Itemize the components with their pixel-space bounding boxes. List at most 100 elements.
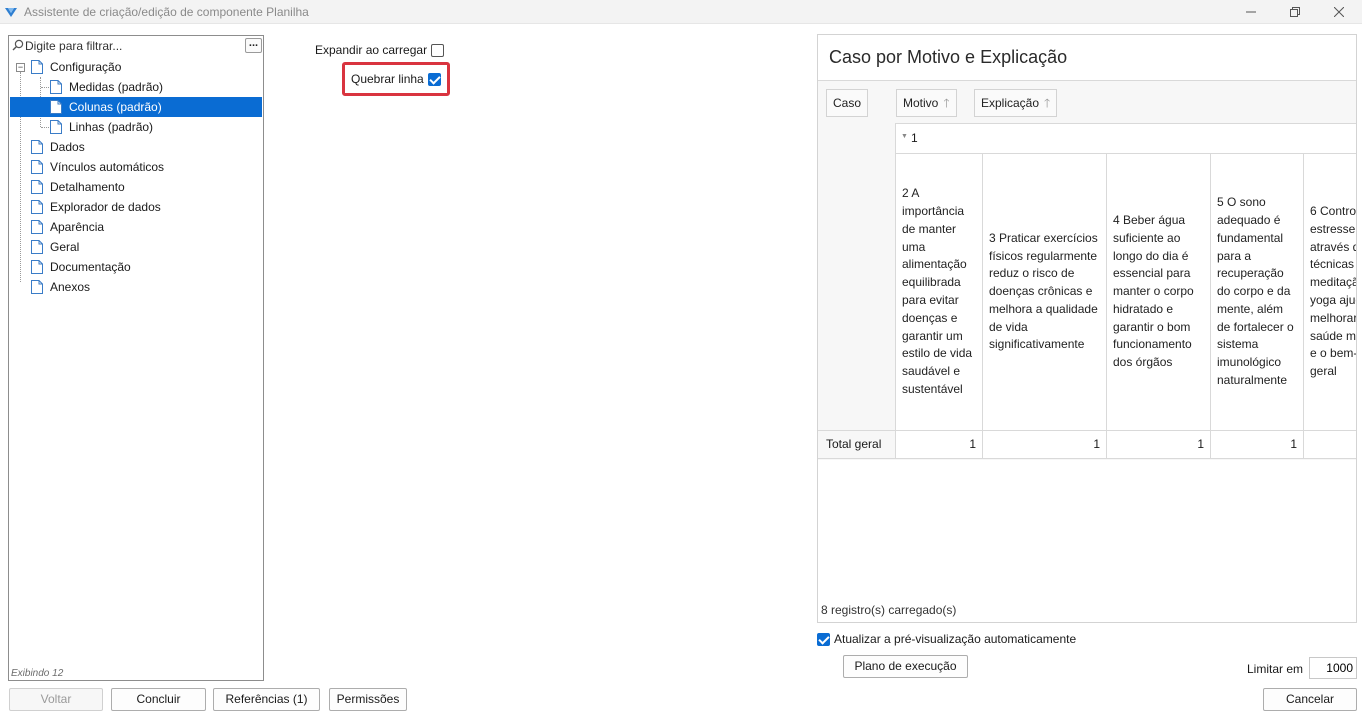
document-icon [31, 200, 43, 214]
document-icon [31, 220, 43, 234]
navigation-panel: ... − Configuração Medidas (padrão) Colu… [8, 35, 264, 681]
minimize-icon [1246, 11, 1256, 13]
close-icon [1334, 7, 1344, 17]
document-icon [50, 120, 62, 134]
tree-item-label: Anexos [50, 280, 91, 294]
column-header-text: 3 Praticar exercícios físicos regularmen… [989, 230, 1098, 352]
app-logo-icon [5, 8, 17, 17]
grand-total-row: Total geral 1 1 1 1 [818, 430, 1356, 459]
total-cell: 1 [1106, 431, 1210, 458]
search-icon [12, 39, 24, 51]
tree-item-label: Geral [50, 240, 80, 254]
limit-input[interactable] [1309, 657, 1357, 679]
restore-icon [1290, 7, 1300, 17]
more-options-button[interactable]: ... [245, 38, 262, 53]
tree-item-documentacao[interactable]: Documentação [9, 257, 263, 277]
filter-bar: ... [9, 36, 263, 56]
column-header-text: 4 Beber água suficiente ao longo do dia … [1113, 212, 1194, 370]
column-group-label: 1 [911, 131, 918, 145]
tree-item-vinculos[interactable]: Vínculos automáticos [9, 157, 263, 177]
column-header-text: 5 O sono adequado é fundamental para a r… [1217, 195, 1294, 388]
document-icon [31, 260, 43, 274]
column-group-header[interactable]: ▼ 1 [895, 123, 1356, 153]
highlight-annotation [342, 62, 450, 96]
row-field-label: Caso [833, 96, 862, 110]
sort-ascending-icon: 🡑 [943, 96, 950, 110]
settings-tree: − Configuração Medidas (padrão) Colunas … [9, 57, 263, 297]
tree-item-label: Aparência [50, 220, 105, 234]
column-field-motivo[interactable]: Motivo 🡑 [896, 89, 957, 117]
finish-button[interactable]: Concluir [111, 688, 206, 711]
row-field-caso[interactable]: Caso [826, 89, 869, 117]
tree-item-label: Documentação [50, 260, 131, 274]
expand-on-load-option[interactable]: Expandir ao carregar [315, 43, 445, 57]
tree-item-label: Vínculos automáticos [50, 160, 165, 174]
document-icon [31, 60, 43, 74]
tree-item-label: Colunas (padrão) [69, 100, 162, 114]
references-button[interactable]: Referências (1) [213, 688, 320, 711]
close-button[interactable] [1316, 0, 1362, 24]
tree-item-label: Linhas (padrão) [69, 120, 154, 134]
back-button[interactable]: Voltar [9, 688, 103, 711]
cancel-button[interactable]: Cancelar [1263, 688, 1357, 711]
execution-plan-button[interactable]: Plano de execução [843, 655, 968, 678]
total-cell: 1 [982, 431, 1106, 458]
restore-button[interactable] [1272, 0, 1318, 24]
preview-title: Caso por Motivo e Explicação [829, 47, 1068, 67]
permissions-button[interactable]: Permissões [329, 688, 407, 711]
column-header-text: 2 A importância de manter uma alimentaçã… [902, 186, 973, 396]
collapse-triangle-icon[interactable]: ▼ [901, 133, 908, 140]
tree-item-medidas[interactable]: Medidas (padrão) [9, 77, 263, 97]
tree-item-aparencia[interactable]: Aparência [9, 217, 263, 237]
document-icon [50, 100, 62, 114]
document-icon [31, 280, 43, 294]
expand-on-load-checkbox[interactable] [431, 44, 445, 57]
total-cell: 1 [1210, 431, 1303, 458]
total-cell: 1 [895, 431, 982, 458]
tree-item-configuracao[interactable]: − Configuração [9, 57, 263, 77]
tree-item-detalhamento[interactable]: Detalhamento [9, 177, 263, 197]
collapse-toggle[interactable]: − [16, 63, 25, 72]
tree-item-linhas[interactable]: Linhas (padrão) [9, 117, 263, 137]
column-header-cell[interactable]: 6 Controlar o estresse através de técnic… [1303, 153, 1357, 430]
column-header-cell[interactable]: 3 Praticar exercícios físicos regularmen… [982, 153, 1106, 430]
column-header-cell[interactable]: 5 O sono adequado é fundamental para a r… [1210, 153, 1303, 430]
document-icon [31, 180, 43, 194]
auto-refresh-option[interactable]: Atualizar a pré-visualização automaticam… [817, 632, 1076, 646]
document-icon [50, 80, 62, 94]
column-field-explicacao[interactable]: Explicação 🡑 [974, 89, 1058, 117]
tree-item-label: Dados [50, 140, 85, 154]
tree-item-label: Medidas (padrão) [69, 80, 164, 94]
item-count-status: Exibindo 12 [11, 668, 64, 679]
total-cell [1303, 431, 1356, 458]
tree-item-colunas[interactable]: Colunas (padrão) [10, 97, 262, 117]
filter-input[interactable] [25, 38, 235, 54]
tree-item-anexos[interactable]: Anexos [9, 277, 263, 297]
window-title: Assistente de criação/edição de componen… [24, 5, 309, 19]
tree-item-explorador[interactable]: Explorador de dados [9, 197, 263, 217]
column-field-label: Explicação [981, 96, 1040, 110]
grand-total-label: Total geral [818, 431, 895, 458]
column-header-text: 6 Controlar o estresse através de técnic… [1310, 204, 1357, 379]
tree-item-label: Configuração [50, 60, 122, 74]
auto-refresh-label: Atualizar a pré-visualização automaticam… [834, 632, 1077, 646]
tree-item-geral[interactable]: Geral [9, 237, 263, 257]
records-loaded-status: 8 registro(s) carregado(s) [821, 603, 957, 617]
column-field-label: Motivo [903, 96, 939, 110]
tree-item-dados[interactable]: Dados [9, 137, 263, 157]
tree-item-label: Explorador de dados [50, 200, 161, 214]
auto-refresh-checkbox[interactable] [817, 633, 830, 646]
expand-on-load-label: Expandir ao carregar [315, 43, 428, 57]
document-icon [31, 140, 43, 154]
pivot-grid: Caso Motivo 🡑 Explicação 🡑 ▼ 1 2 A importâ… [818, 80, 1357, 460]
document-icon [31, 240, 43, 254]
minimize-button[interactable] [1228, 0, 1274, 24]
tree-item-label: Detalhamento [50, 180, 125, 194]
sort-ascending-icon: 🡑 [1044, 96, 1051, 110]
limit-label: Limitar em [1247, 662, 1304, 676]
column-header-cell[interactable]: 2 A importância de manter uma alimentaçã… [895, 153, 982, 430]
column-header-cell[interactable]: 4 Beber água suficiente ao longo do dia … [1106, 153, 1210, 430]
document-icon [31, 160, 43, 174]
preview-panel: Caso por Motivo e Explicação Caso Motivo… [817, 34, 1357, 623]
title-bar: Assistente de criação/edição de componen… [0, 0, 1362, 24]
